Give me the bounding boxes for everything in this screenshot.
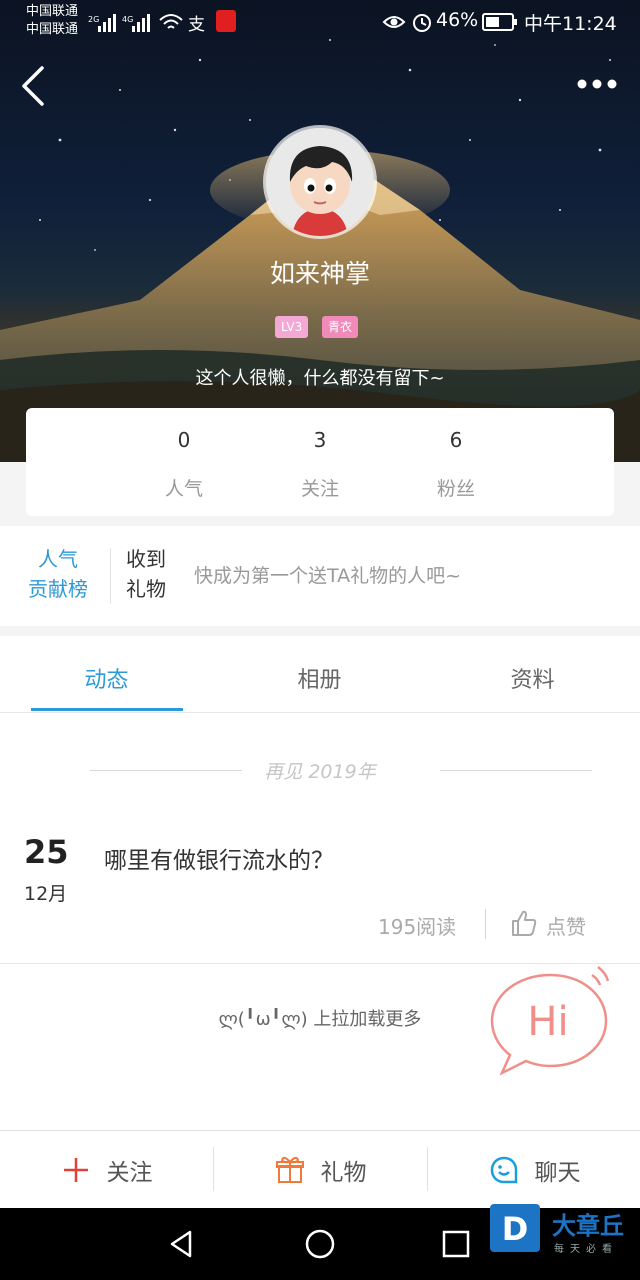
gift-hint-text: 快成为第一个送TA礼物的人吧~ [194, 565, 462, 587]
system-navigation-bar [0, 1208, 640, 1280]
gift-button-label: 礼物 [320, 1160, 367, 1186]
profile-bio: 这个人很懒，什么都没有留下~ [195, 368, 445, 389]
cartoon-avatar-image [266, 128, 374, 236]
post-date-month: 12月 [24, 883, 68, 905]
divider [485, 909, 486, 939]
chat-icon [490, 1156, 517, 1184]
profile-tabs: 动态 相册 资料 [0, 636, 640, 713]
post-date-day: 25 [24, 833, 69, 871]
nav-home-icon[interactable] [302, 1226, 338, 1262]
follow-button[interactable]: 关注 [0, 1131, 213, 1209]
received-gifts-label: 收到 礼物 [126, 544, 176, 604]
hi-chat-bubble-icon[interactable]: Hi [488, 963, 612, 1077]
post-title[interactable]: 哪里有做银行流水的？ [104, 841, 334, 875]
chat-button[interactable]: 聊天 [428, 1131, 640, 1209]
stat-following-value[interactable]: 3 [270, 428, 370, 452]
svg-text:2G: 2G [88, 15, 99, 24]
svg-text:D: D [502, 1210, 529, 1248]
thumbs-up-icon[interactable] [510, 909, 538, 937]
gift-icon [275, 1156, 304, 1183]
watermark-title: 大章丘 [552, 1212, 624, 1240]
plus-icon [63, 1158, 88, 1182]
tab-album[interactable]: 相册 [213, 662, 426, 694]
carrier-name-1: 中国联通 [26, 4, 79, 19]
received-line2: 礼物 [126, 577, 166, 601]
popularity-rank-link[interactable]: 人气 贡献榜 [26, 544, 90, 604]
chat-button-label: 聊天 [534, 1160, 581, 1186]
stat-following-label[interactable]: 关注 [270, 474, 370, 501]
svg-text:支: 支 [188, 15, 205, 35]
follow-button-label: 关注 [106, 1160, 153, 1186]
nav-recents-icon[interactable] [438, 1226, 474, 1262]
carrier-name-2: 中国联通 [26, 22, 79, 37]
battery-percent: 46% [436, 9, 479, 31]
signal-icons: 2G 4G 支 [88, 14, 205, 35]
eye-alarm-icons [382, 14, 431, 32]
like-button-label[interactable]: 点赞 [546, 911, 586, 940]
stat-popularity-value: 0 [177, 428, 191, 452]
battery-icon [482, 13, 517, 31]
stat-fans-label[interactable]: 粉丝 [406, 474, 506, 501]
stat-popularity-label: 人气 [164, 478, 203, 500]
tab-activity[interactable]: 动态 [0, 662, 213, 694]
bottom-action-bar: 关注 礼物 聊天 [0, 1130, 640, 1209]
level-badge: LV3 [275, 316, 309, 338]
nav-back-icon[interactable] [164, 1226, 200, 1262]
watermark-subtitle: 每天必看 [554, 1244, 618, 1255]
watermark-d-icon: D [502, 1210, 529, 1248]
post-read-count: 195阅读 [378, 915, 457, 939]
watermark-logo: D [490, 1204, 540, 1252]
tab-info[interactable]: 资料 [426, 662, 639, 694]
stats-card: 0 人气 3 关注 6 粉丝 [26, 408, 614, 516]
active-tab-indicator [31, 708, 183, 711]
divider [110, 548, 111, 604]
year-divider-line-right [440, 770, 592, 771]
avatar[interactable] [266, 128, 374, 236]
activity-feed: 再见 2019年 25 12月 哪里有做银行流水的？ 195阅读 点赞 ლ(╹ω… [0, 713, 640, 1133]
gift-contribution-section[interactable]: 人气 贡献榜 收到 礼物 快成为第一个送TA礼物的人吧~ [0, 526, 640, 626]
gift-button[interactable]: 礼物 [214, 1131, 427, 1209]
rank-label-line2: 贡献榜 [28, 577, 88, 601]
profile-nickname: 如来神掌 [269, 259, 370, 288]
more-options-icon[interactable] [572, 74, 622, 94]
back-arrow-icon[interactable] [14, 62, 54, 110]
hi-bubble-text: Hi [527, 999, 568, 1045]
app-notification-icon [216, 10, 236, 32]
stat-fans-value[interactable]: 6 [406, 428, 506, 452]
clock-time: 中午11:24 [524, 13, 617, 35]
rank-badge: 青衣 [322, 316, 359, 338]
received-line1: 收到 [126, 547, 166, 571]
svg-text:4G: 4G [122, 15, 133, 24]
rank-label-line1: 人气 [38, 547, 78, 571]
